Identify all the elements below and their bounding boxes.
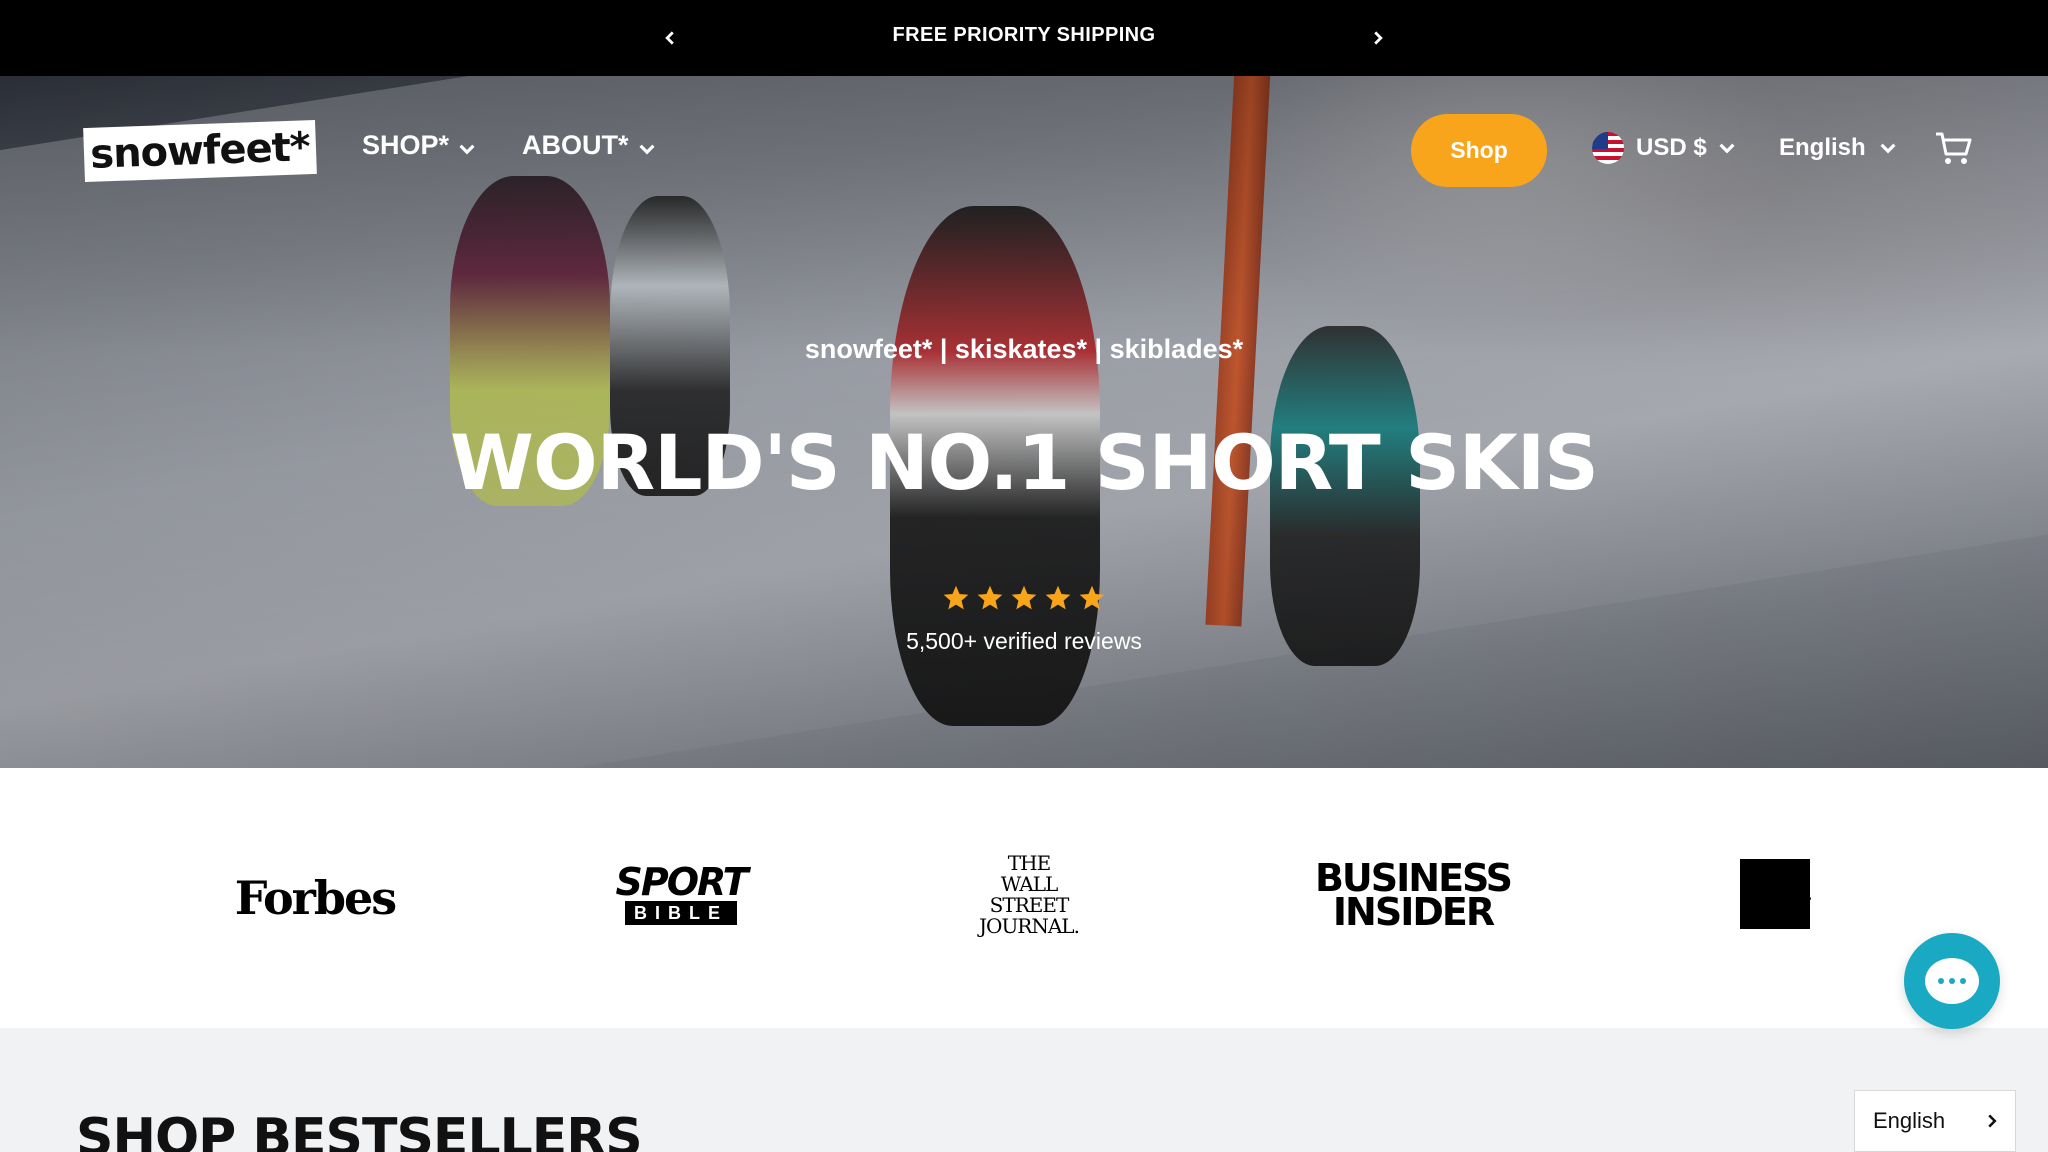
chevron-down-icon	[638, 144, 655, 154]
bi-line: INSIDER	[1332, 890, 1495, 934]
star-icon	[1045, 585, 1071, 610]
twc-line: Channel	[1746, 908, 1809, 926]
hero-tagline: snowfeet* | skiskates* | skiblades*	[804, 334, 1244, 364]
announcement-text: FREE PRIORITY SHIPPING	[892, 24, 1156, 46]
twc-line: The	[1763, 876, 1792, 894]
language-selector[interactable]: English	[1779, 134, 1896, 162]
nav-shop-menu[interactable]: SHOP*	[362, 130, 475, 161]
language-widget[interactable]: English	[1854, 1090, 2016, 1152]
star-icon	[1011, 585, 1037, 610]
sport-bible-logo: SPORT BIBLE	[616, 860, 749, 928]
star-icon	[943, 585, 969, 610]
section-title: SHOP BESTSELLERS	[76, 1108, 643, 1152]
wsj-line: WALL STREET	[989, 872, 1070, 917]
reviews-count: 5,500+ verified reviews	[906, 628, 1142, 654]
chevron-down-icon	[1880, 143, 1896, 154]
business-insider-logo: BUSINESS INSIDER	[1315, 859, 1513, 934]
logo-text: snowfeet*	[89, 124, 311, 178]
sport-bible-top: SPORT	[615, 860, 749, 904]
bestsellers-section: SHOP BESTSELLERS	[0, 1028, 2048, 1152]
chevron-right-icon	[1374, 31, 1383, 45]
chat-button[interactable]	[1904, 933, 2000, 1029]
previous-announcement-button[interactable]	[654, 22, 686, 54]
rating-stars	[940, 584, 1108, 612]
chevron-down-icon	[1719, 143, 1735, 154]
forbes-logo: Forbes	[234, 871, 397, 925]
weather-channel-logo: The Weather Channel	[1740, 859, 1811, 929]
star-icon	[977, 585, 1003, 610]
language-label: English	[1779, 134, 1866, 161]
cart-icon	[1936, 132, 1972, 164]
next-announcement-button[interactable]	[1362, 22, 1394, 54]
currency-selector[interactable]: USD $	[1592, 132, 1735, 164]
hero-headline: WORLD'S NO.1 SHORT SKIS	[450, 418, 1599, 507]
announcement-bar: FREE PRIORITY SHIPPING	[0, 0, 2048, 76]
sport-bible-bottom: BIBLE	[625, 901, 737, 925]
language-widget-label: English	[1873, 1108, 1946, 1133]
chevron-left-icon	[665, 31, 674, 45]
press-logos: Forbes SPORT BIBLE THE WALL STREET JOURN…	[0, 768, 2048, 1028]
us-flag-icon	[1592, 132, 1624, 164]
cart-button[interactable]	[1934, 130, 1974, 166]
twc-line: Weather	[1745, 892, 1811, 910]
chevron-right-icon	[1988, 1114, 1997, 1128]
wall-street-journal-logo: THE WALL STREET JOURNAL.	[964, 853, 1094, 937]
nav-about-label: ABOUT*	[522, 130, 629, 160]
shop-button[interactable]: Shop	[1411, 114, 1547, 187]
wsj-line: JOURNAL.	[979, 914, 1080, 938]
star-icon	[1079, 585, 1105, 610]
chat-bubble-icon	[1925, 958, 1979, 1004]
wsj-line: THE	[1007, 851, 1051, 875]
site-logo[interactable]: snowfeet*	[83, 119, 317, 183]
nav-shop-label: SHOP*	[362, 130, 450, 160]
chevron-down-icon	[459, 144, 475, 154]
nav-about-menu[interactable]: ABOUT*	[522, 130, 655, 161]
currency-label: USD $	[1636, 134, 1707, 161]
